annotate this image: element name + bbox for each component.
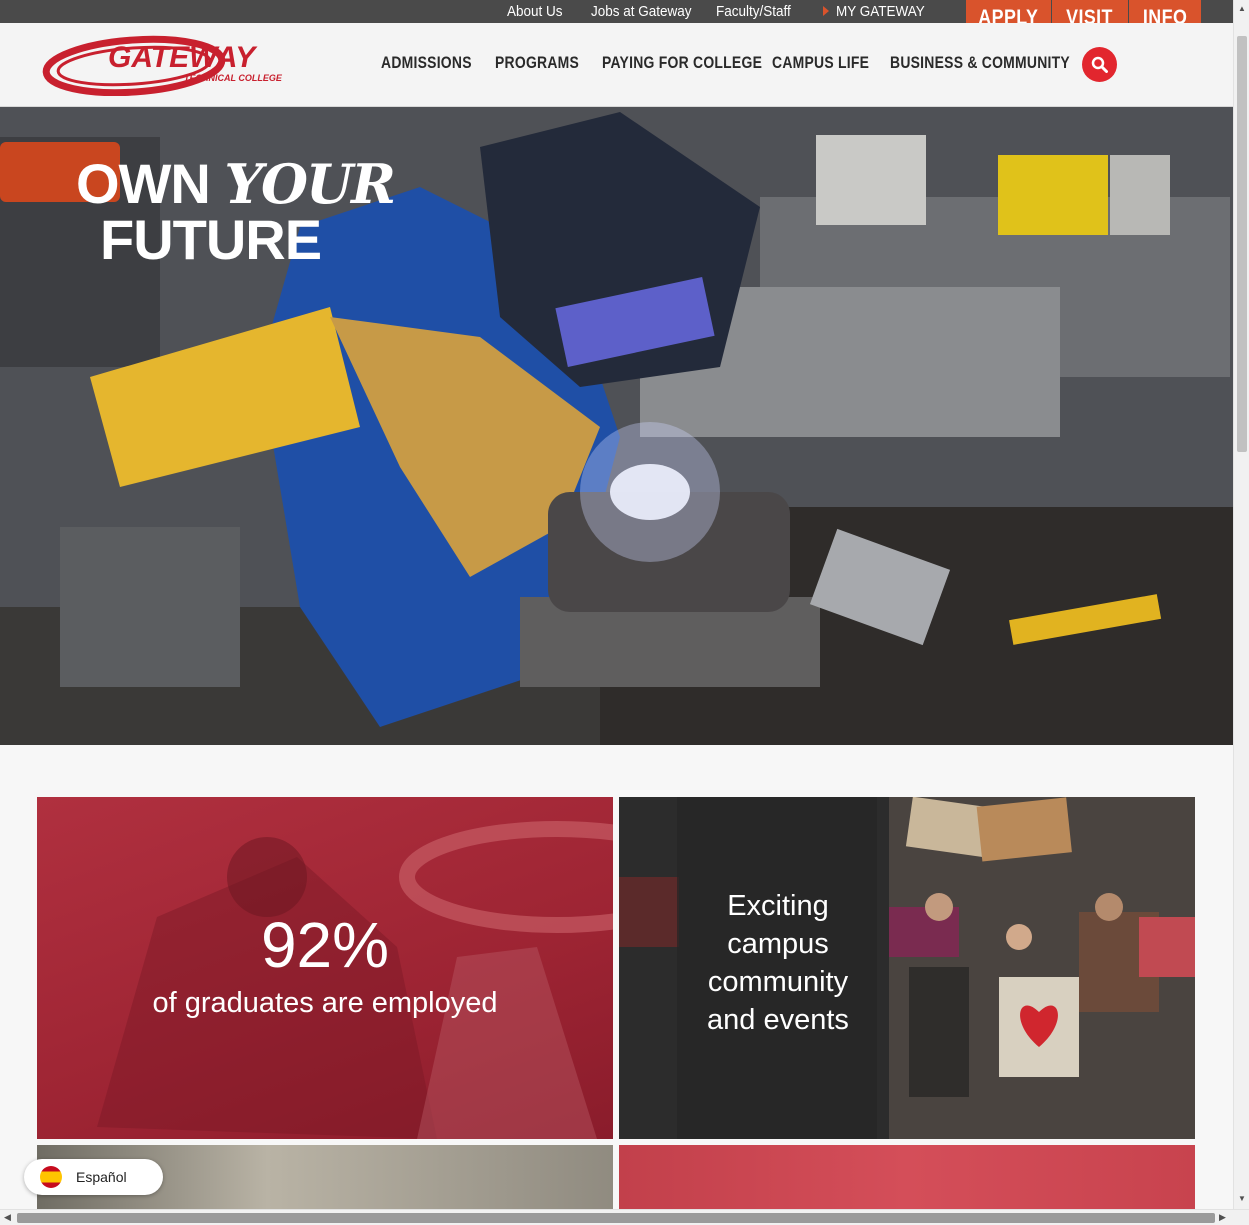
horizontal-scroll-thumb[interactable] [17, 1213, 1215, 1223]
search-button[interactable] [1082, 47, 1117, 82]
nav-campus-life[interactable]: CAMPUS LIFE [772, 53, 869, 73]
events-line-2: campus [727, 928, 829, 960]
scroll-left-icon[interactable]: ◀ [4, 1212, 11, 1223]
caret-right-icon [823, 6, 829, 16]
vertical-scrollbar[interactable]: ▲ ▼ [1233, 0, 1249, 1209]
nav-business-community[interactable]: BUSINESS & COMMUNITY [890, 53, 1070, 73]
gateway-logo-mark: GATEWAY TECHNICAL COLLEGE [42, 35, 283, 97]
nav-programs[interactable]: PROGRAMS [495, 53, 579, 73]
campus-events-tile[interactable]: Exciting campus community and events [619, 797, 1195, 1139]
events-line-4: and events [707, 1004, 849, 1036]
scroll-right-icon[interactable]: ▶ [1219, 1212, 1226, 1223]
hero-headline-line1: OWN YOUR [76, 152, 396, 216]
stat-number: 92% [260, 909, 390, 981]
spain-flag-icon [40, 1166, 62, 1188]
search-icon [1091, 56, 1108, 73]
nav-paying-for-college[interactable]: PAYING FOR COLLEGE [602, 53, 762, 73]
scroll-down-icon[interactable]: ▼ [1238, 1194, 1246, 1203]
hero-headline-line2: FUTURE [100, 208, 322, 271]
site-header: GATEWAY TECHNICAL COLLEGE ADMISSIONS PRO… [0, 23, 1233, 107]
hero-banner: OWN YOUR FUTURE [0, 107, 1233, 745]
logo-wordmark: GATEWAY [108, 41, 258, 74]
content-section: 92% of graduates are employed Exciting c… [0, 745, 1233, 1209]
horizontal-scrollbar[interactable]: ◀ ▶ [0, 1209, 1249, 1225]
jobs-link[interactable]: Jobs at Gateway [591, 0, 692, 23]
events-caption: Exciting campus community and events [619, 887, 937, 1039]
faculty-staff-link[interactable]: Faculty/Staff [716, 0, 791, 23]
gateway-logo[interactable]: GATEWAY TECHNICAL COLLEGE [42, 34, 294, 97]
vertical-scroll-thumb[interactable] [1237, 36, 1247, 452]
my-gateway-link[interactable]: MY GATEWAY [836, 0, 925, 23]
hero-word-own: OWN [76, 152, 211, 215]
language-label: Español [76, 1169, 127, 1185]
events-line-1: Exciting [727, 890, 829, 922]
nav-admissions[interactable]: ADMISSIONS [381, 53, 472, 73]
red-feature-tile[interactable] [619, 1145, 1195, 1209]
employment-stat-tile[interactable]: 92% of graduates are employed [37, 797, 613, 1139]
language-selector[interactable]: Español [24, 1159, 163, 1195]
hero-word-your: YOUR [224, 152, 396, 216]
about-us-link[interactable]: About Us [507, 0, 563, 23]
stat-caption: of graduates are employed [152, 987, 498, 1019]
logo-tagline: TECHNICAL COLLEGE [184, 73, 283, 83]
events-line-3: community [707, 966, 849, 998]
scroll-up-icon[interactable]: ▲ [1238, 4, 1246, 13]
